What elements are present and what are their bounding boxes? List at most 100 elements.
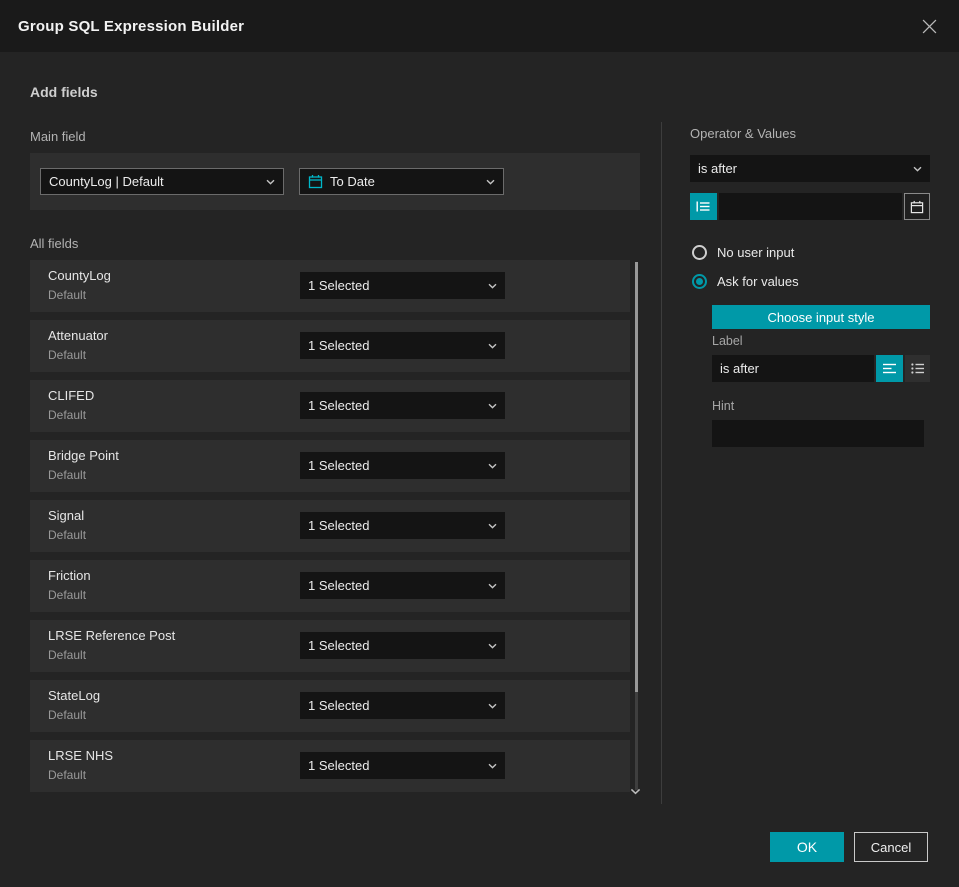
date-field-dropdown[interactable]: To Date [299,168,504,195]
calendar-picker-button[interactable] [904,193,930,220]
input-style-list-button[interactable] [905,355,930,382]
scrollbar-thumb[interactable] [635,262,638,692]
operator-dropdown-value: is after [698,161,738,176]
chevron-down-icon [488,283,497,289]
field-selection-dropdown[interactable]: 1 Selected [300,512,505,539]
field-selection-value: 1 Selected [308,578,370,593]
group-sql-expression-builder-dialog: Group SQL Expression Builder Add fields … [0,0,959,887]
scroll-down-icon[interactable] [630,788,641,795]
chevron-down-icon [488,343,497,349]
vertical-divider [661,122,662,804]
field-info: CLIFED Default [48,388,94,422]
input-style-text-button[interactable] [876,355,903,382]
chevron-down-icon [488,463,497,469]
chevron-down-icon [486,179,495,185]
align-left-icon [883,363,896,374]
field-selection-value: 1 Selected [308,278,370,293]
field-subtitle: Default [48,348,87,362]
field-subtitle: Default [48,708,87,722]
chevron-down-icon [488,703,497,709]
field-subtitle: Default [48,408,87,422]
field-info: StateLog Default [48,688,100,722]
ask-for-values-label: Ask for values [717,274,799,289]
main-field-dropdown-value: CountyLog | Default [49,174,164,189]
main-field-label: Main field [30,129,86,144]
field-row: LRSE NHS Default 1 Selected [30,740,630,792]
field-selection-dropdown[interactable]: 1 Selected [300,572,505,599]
field-selection-value: 1 Selected [308,638,370,653]
chevron-down-icon [488,523,497,529]
calendar-icon [308,174,323,189]
main-field-panel: CountyLog | Default To Date [30,153,640,210]
field-name: CountyLog [48,268,111,283]
input-field-icon [696,200,711,213]
field-name: LRSE Reference Post [48,628,176,643]
no-user-input-radio[interactable]: No user input [692,245,794,260]
field-selection-dropdown[interactable]: 1 Selected [300,272,505,299]
chevron-down-icon [266,179,275,185]
chevron-down-icon [488,583,497,589]
field-selection-dropdown[interactable]: 1 Selected [300,452,505,479]
cancel-button[interactable]: Cancel [854,832,928,862]
ask-for-values-radio[interactable]: Ask for values [692,274,799,289]
list-icon [911,363,924,374]
hint-input[interactable] [712,420,924,447]
field-selection-value: 1 Selected [308,398,370,413]
field-selection-value: 1 Selected [308,698,370,713]
field-selection-value: 1 Selected [308,758,370,773]
field-row: LRSE Reference Post Default 1 Selected [30,620,630,672]
field-info: Signal Default [48,508,86,542]
field-selection-dropdown[interactable]: 1 Selected [300,392,505,419]
dialog-title: Group SQL Expression Builder [18,17,245,35]
field-info: CountyLog Default [48,268,111,302]
label-input[interactable] [712,355,874,382]
value-input[interactable] [719,193,902,220]
choose-input-style-button[interactable]: Choose input style [712,305,930,329]
field-info: Attenuator Default [48,328,108,362]
field-row: CountyLog Default 1 Selected [30,260,630,312]
add-fields-heading: Add fields [30,84,98,100]
field-row: Friction Default 1 Selected [30,560,630,612]
operator-dropdown[interactable]: is after [690,155,930,182]
field-subtitle: Default [48,528,87,542]
field-name: Friction [48,568,91,583]
all-fields-list: CountyLog Default 1 Selected Attenuator … [30,260,641,800]
field-info: Bridge Point Default [48,448,119,482]
field-subtitle: Default [48,768,87,782]
field-subtitle: Default [48,588,87,602]
field-subtitle: Default [48,468,87,482]
chevron-down-icon [488,763,497,769]
radio-unselected-icon [692,245,707,260]
chevron-down-icon [488,403,497,409]
field-subtitle: Default [48,648,87,662]
field-name: CLIFED [48,388,95,403]
field-subtitle: Default [48,288,87,302]
field-info: Friction Default [48,568,91,602]
field-selection-dropdown[interactable]: 1 Selected [300,752,505,779]
chevron-down-icon [488,643,497,649]
field-selection-value: 1 Selected [308,518,370,533]
field-name: StateLog [48,688,101,703]
field-name: Bridge Point [48,448,119,463]
date-field-dropdown-value: To Date [330,174,375,189]
hint-caption: Hint [712,399,735,413]
field-row: Bridge Point Default 1 Selected [30,440,630,492]
field-name: Signal [48,508,85,523]
main-field-dropdown[interactable]: CountyLog | Default [40,168,284,195]
all-fields-label: All fields [30,236,79,251]
ok-button[interactable]: OK [770,832,844,862]
label-caption: Label [712,334,743,348]
no-user-input-label: No user input [717,245,795,260]
field-row: StateLog Default 1 Selected [30,680,630,732]
calendar-icon [910,200,924,214]
operator-values-panel: Operator & Values is after No user input… [690,0,930,800]
field-selection-dropdown[interactable]: 1 Selected [300,692,505,719]
field-row: Attenuator Default 1 Selected [30,320,630,372]
field-selection-value: 1 Selected [308,458,370,473]
field-name: LRSE NHS [48,748,114,763]
field-selection-dropdown[interactable]: 1 Selected [300,632,505,659]
field-name: Attenuator [48,328,108,343]
value-source-button[interactable] [690,193,717,220]
field-selection-dropdown[interactable]: 1 Selected [300,332,505,359]
field-row: CLIFED Default 1 Selected [30,380,630,432]
